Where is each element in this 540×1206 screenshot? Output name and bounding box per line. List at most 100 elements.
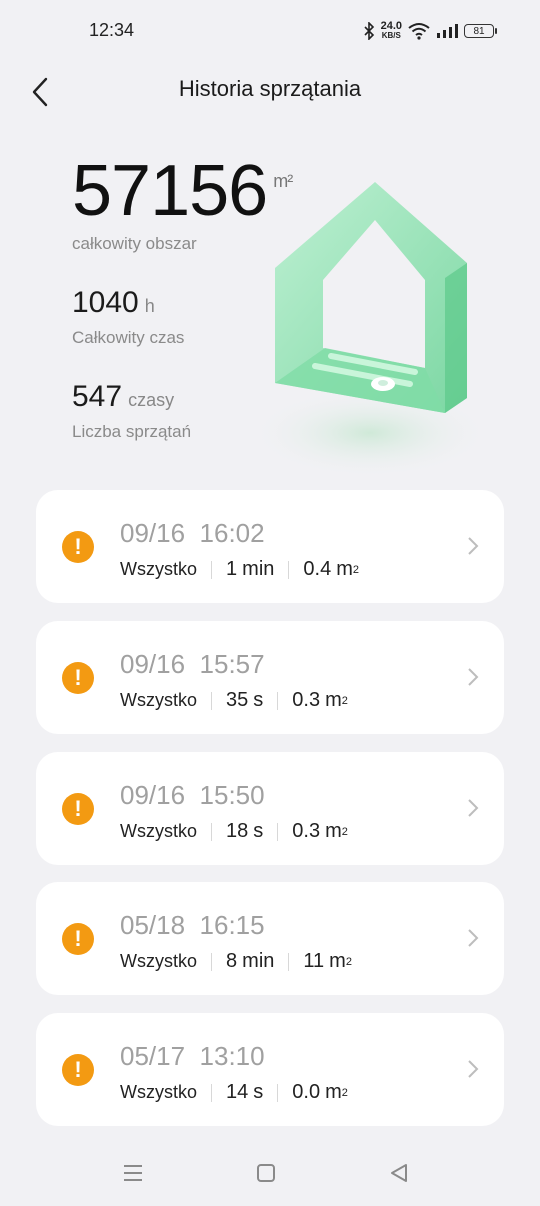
record-area-sup: 2: [352, 563, 360, 576]
record-meta: Wszystko 35 s 0.3 m2: [120, 689, 348, 712]
record-duration-unit: s: [253, 820, 264, 842]
record-duration: 18: [226, 820, 249, 842]
record-area-sup: 2: [341, 825, 348, 838]
divider: [211, 1083, 213, 1102]
record-card[interactable]: ! 05/17 13:10 Wszystko 14 s 0.0 m2: [36, 1013, 504, 1126]
record-duration-unit: min: [242, 558, 275, 580]
menu-icon[interactable]: [120, 1160, 146, 1186]
warning-icon: !: [62, 662, 94, 694]
record-area: 0.3: [292, 820, 321, 842]
warning-icon: !: [62, 531, 94, 563]
clean-count: 547 czasy: [72, 380, 174, 414]
record-date: 09/16: [120, 780, 186, 810]
record-date: 09/16: [120, 649, 186, 679]
record-area-unit: m: [325, 820, 342, 842]
total-area-value: 57156: [72, 151, 268, 231]
bluetooth-icon: [364, 22, 374, 40]
network-speed-unit: KB/S: [381, 31, 401, 40]
record-card[interactable]: ! 09/16 15:50 Wszystko 18 s 0.3 m2: [36, 752, 504, 865]
clean-count-unit: czasy: [128, 390, 175, 410]
record-card[interactable]: ! 09/16 16:02 Wszystko 1 min 0.4 m2: [36, 490, 504, 603]
record-meta: Wszystko 8 min 11 m2: [120, 950, 352, 973]
total-time-unit: h: [144, 296, 155, 316]
warning-icon: !: [62, 793, 94, 825]
record-card[interactable]: ! 09/16 15:57 Wszystko 35 s 0.3 m2: [36, 621, 504, 734]
divider: [277, 691, 279, 710]
record-time: 16:15: [199, 910, 265, 940]
record-duration-unit: min: [242, 950, 275, 972]
record-datetime: 05/18 16:15: [120, 910, 265, 941]
header: Historia sprzątania: [0, 62, 540, 122]
record-date: 05/18: [120, 910, 186, 940]
record-area-unit: m: [325, 1081, 342, 1103]
record-duration: 1: [226, 558, 238, 580]
house-illustration: [250, 182, 490, 478]
status-time: 12:34: [89, 20, 135, 40]
total-area-label: całkowity obszar: [72, 234, 197, 253]
record-mode: Wszystko: [120, 1082, 198, 1102]
divider: [277, 1083, 279, 1102]
warning-icon: !: [62, 923, 94, 955]
divider: [288, 952, 290, 971]
divider: [277, 822, 279, 841]
divider: [211, 952, 213, 971]
record-duration: 14: [226, 1081, 249, 1103]
chevron-right-icon: [468, 929, 479, 947]
network-speed-value: 24.0: [380, 20, 402, 32]
system-nav-bar: [0, 1140, 540, 1206]
status-bar: 12:34 24.0 KB/S 81: [0, 0, 540, 62]
record-mode: Wszystko: [120, 690, 198, 710]
record-area: 0.0: [292, 1081, 321, 1103]
record-mode: Wszystko: [120, 951, 198, 971]
back-triangle-icon[interactable]: [386, 1160, 412, 1186]
record-time: 15:57: [199, 649, 265, 679]
record-datetime: 09/16 15:57: [120, 649, 265, 680]
record-duration: 35: [226, 689, 249, 711]
total-time-label: Całkowity czas: [72, 328, 185, 347]
record-area-sup: 2: [341, 1086, 348, 1099]
clean-count-value: 547: [72, 380, 123, 413]
home-square-icon[interactable]: [253, 1160, 279, 1186]
record-duration-unit: s: [253, 1081, 264, 1103]
network-speed: 24.0 KB/S: [380, 20, 402, 41]
total-time-value: 1040: [72, 286, 139, 319]
record-area-unit: m: [336, 558, 353, 580]
record-area-sup: 2: [341, 694, 348, 707]
record-date: 09/16: [120, 518, 186, 548]
chevron-right-icon: [468, 799, 479, 817]
chevron-right-icon: [468, 537, 479, 555]
divider: [211, 822, 213, 841]
record-datetime: 05/17 13:10: [120, 1041, 265, 1072]
record-meta: Wszystko 14 s 0.0 m2: [120, 1081, 348, 1104]
page-title: Historia sprzątania: [178, 76, 362, 101]
record-card[interactable]: ! 05/18 16:15 Wszystko 8 min 11 m2: [36, 882, 504, 995]
battery-icon: 81: [464, 24, 497, 38]
record-area-sup: 2: [345, 955, 352, 968]
chevron-right-icon: [468, 1060, 479, 1078]
signal-icon: [437, 24, 458, 38]
divider: [288, 560, 290, 579]
clean-count-label: Liczba sprzątań: [72, 422, 192, 441]
divider: [211, 560, 213, 579]
status-icons: 24.0 KB/S 81: [363, 18, 497, 44]
record-area: 0.4: [303, 558, 332, 580]
chevron-right-icon: [468, 668, 479, 686]
wifi-icon: [408, 23, 430, 40]
record-area: 11: [303, 950, 325, 972]
record-area-unit: m: [325, 689, 342, 711]
warning-icon: !: [62, 1054, 94, 1086]
record-area-unit: m: [329, 950, 346, 972]
record-mode: Wszystko: [120, 821, 198, 841]
total-time: 1040 h: [72, 286, 155, 320]
record-datetime: 09/16 15:50: [120, 780, 265, 811]
record-time: 13:10: [199, 1041, 265, 1071]
battery-level: 81: [473, 25, 485, 37]
record-time: 15:50: [199, 780, 265, 810]
record-meta: Wszystko 18 s 0.3 m2: [120, 820, 348, 843]
record-area: 0.3: [292, 689, 321, 711]
record-date: 05/17: [120, 1041, 186, 1071]
divider: [211, 691, 213, 710]
record-meta: Wszystko 1 min 0.4 m2: [120, 558, 359, 581]
record-datetime: 09/16 16:02: [120, 518, 265, 549]
record-mode: Wszystko: [120, 559, 198, 579]
